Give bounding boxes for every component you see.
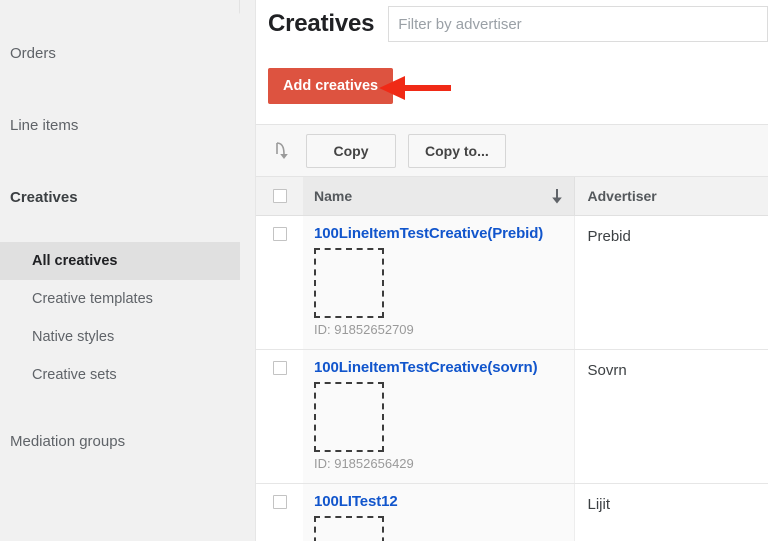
creative-name-link[interactable]: 100LineItemTestCreative(sovrn) <box>314 359 564 376</box>
sidebar-item-native-styles[interactable]: Native styles <box>0 318 255 356</box>
main-content: Creatives Add creatives Copy Copy to... <box>255 0 768 541</box>
column-header-advertiser[interactable]: Advertiser <box>574 177 768 216</box>
add-creatives-button[interactable]: Add creatives <box>268 68 394 104</box>
table-row[interactable]: 100LineItemTestCreative(Prebid) ID: 9185… <box>256 215 768 350</box>
creative-thumbnail-placeholder <box>314 247 384 318</box>
creative-id-label: ID: 91852656429 <box>314 455 414 471</box>
action-bar: Add creatives <box>256 48 768 124</box>
row-select-cell <box>256 215 303 350</box>
arrow-down-icon[interactable] <box>550 188 564 204</box>
copy-to-button[interactable]: Copy to... <box>408 133 506 168</box>
row-advertiser-cell: Prebid <box>574 215 768 350</box>
filter-by-advertiser-input[interactable] <box>388 6 768 42</box>
sidebar-item-label: Orders <box>10 44 56 62</box>
row-advertiser-cell: Lijit <box>574 483 768 541</box>
column-header-advertiser-label: Advertiser <box>587 187 657 204</box>
sidebar-item-orders[interactable]: Orders <box>0 36 240 70</box>
creative-name-link[interactable]: 100LineItemTestCreative(Prebid) <box>314 225 564 242</box>
row-checkbox[interactable] <box>272 494 287 509</box>
creative-thumbnail-placeholder <box>314 515 384 541</box>
copy-button[interactable]: Copy <box>306 133 396 168</box>
sidebar-item-label: Creative templates <box>32 291 153 307</box>
table-row[interactable]: 100LITest12 Lijit <box>256 483 768 541</box>
sidebar-gutter <box>240 0 255 541</box>
creative-name-link[interactable]: 100LITest12 <box>314 493 564 510</box>
creative-thumbnail-placeholder <box>314 381 384 452</box>
creatives-table: Name Advertiser 100LineItemTestCreative(… <box>256 177 768 541</box>
column-header-name[interactable]: Name <box>303 177 575 216</box>
column-header-name-label: Name <box>314 187 353 204</box>
sidebar-item-all-creatives[interactable]: All creatives <box>0 242 255 280</box>
sidebar-item-mediation-groups[interactable]: Mediation groups <box>0 424 240 458</box>
row-name-cell: 100LITest12 <box>303 483 575 541</box>
sidebar-item-line-items[interactable]: Line items <box>0 108 240 142</box>
row-checkbox[interactable] <box>272 226 287 241</box>
download-icon[interactable] <box>270 140 292 162</box>
table-body: 100LineItemTestCreative(Prebid) ID: 9185… <box>256 215 768 541</box>
sidebar-item-label: Line items <box>10 116 79 134</box>
table-toolbar: Copy Copy to... <box>256 124 768 177</box>
page-header: Creatives <box>256 0 768 48</box>
sidebar-item-label: Creative sets <box>32 367 117 383</box>
row-name-cell: 100LineItemTestCreative(sovrn) ID: 91852… <box>303 349 575 484</box>
row-select-cell <box>256 483 303 541</box>
app-root: Orders Line items Creatives All creative… <box>0 0 768 541</box>
row-checkbox[interactable] <box>272 360 287 375</box>
row-select-cell <box>256 349 303 484</box>
page-title: Creatives <box>268 10 375 37</box>
sidebar-item-label: Native styles <box>32 329 115 345</box>
sidebar-item-creative-sets[interactable]: Creative sets <box>0 356 255 394</box>
table-header: Name Advertiser <box>256 177 768 216</box>
creative-id-label: ID: 91852652709 <box>314 321 414 337</box>
table-header-row: Name Advertiser <box>256 177 768 216</box>
sidebar-item-label: Mediation groups <box>10 432 126 450</box>
sidebar-group-label: Creatives <box>10 188 78 206</box>
row-name-cell: 100LineItemTestCreative(Prebid) ID: 9185… <box>303 215 575 350</box>
select-all-header <box>256 177 303 216</box>
sidebar: Orders Line items Creatives All creative… <box>0 0 259 541</box>
sidebar-group-creatives[interactable]: Creatives <box>0 180 240 214</box>
table-row[interactable]: 100LineItemTestCreative(sovrn) ID: 91852… <box>256 349 768 484</box>
row-advertiser-cell: Sovrn <box>574 349 768 484</box>
sidebar-item-creative-templates[interactable]: Creative templates <box>0 280 255 318</box>
select-all-checkbox[interactable] <box>272 188 287 203</box>
sidebar-item-label: All creatives <box>32 253 118 269</box>
